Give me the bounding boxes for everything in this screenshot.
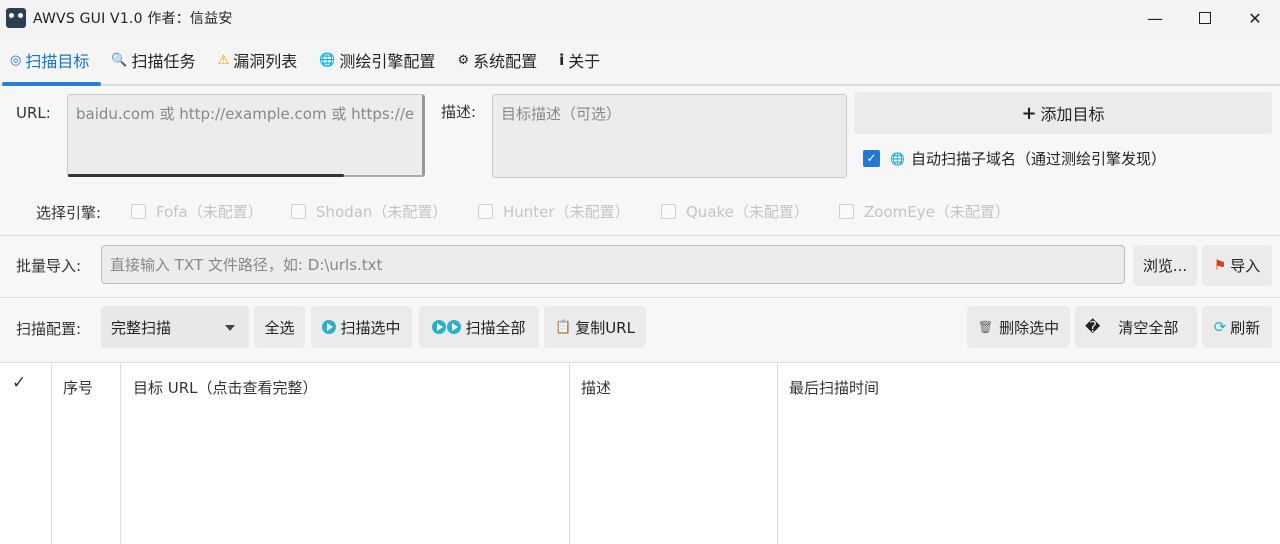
add-target-button[interactable]: + 添加目标 [854,92,1272,134]
add-target-label: 添加目标 [1040,105,1105,124]
tab-system-config[interactable]: ⚙ 系统配置 [447,36,549,84]
close-button[interactable]: ✕ [1230,0,1280,36]
auto-subdomain-label: 自动扫描子域名（通过测绘引擎发现） [910,150,1166,168]
warning-icon: ⚠ [217,52,230,68]
batch-import-input[interactable]: 直接输入 TXT 文件路径，如: D:\urls.txt [101,245,1125,284]
url-input-scrollbar[interactable] [68,174,344,177]
globe-icon: 🌐 [319,52,336,68]
browse-button[interactable]: 浏览... [1133,245,1197,286]
refresh-button[interactable]: ⟳ 刷新 [1202,306,1272,348]
desc-label: 描述: [441,103,477,121]
main-tabs: ◎ 扫描目标 🔍 扫描任务 ⚠ 漏洞列表 🌐 测绘引擎配置 ⚙ 系统配置 i 关… [0,36,1280,86]
delete-selected-label: 删除选中 [999,318,1060,337]
tab-engine-config[interactable]: 🌐 测绘引擎配置 [309,36,447,84]
tab-about[interactable]: i 关于 [549,36,612,84]
select-column-header[interactable]: ✓ [12,373,26,393]
plus-icon: + [1021,102,1037,124]
flag-icon: ⚑ [1213,257,1227,274]
clear-all-label: 清空全部 [1118,318,1179,337]
tab-scan-targets[interactable]: ◎ 扫描目标 [0,36,102,86]
checkbox-box [478,204,493,219]
tab-label: 关于 [568,52,601,71]
checkbox-box [131,204,146,219]
gear-icon: ⚙ [457,52,470,68]
index-column-header[interactable]: 序号 [63,377,93,398]
scan-all-button[interactable]: 扫描全部 [419,306,539,348]
search-icon: 🔍 [111,52,128,68]
last-scan-column-header[interactable]: 最后扫描时间 [789,377,879,398]
info-icon: i [559,51,565,69]
auto-subdomain-option[interactable]: ✓ 🌐 自动扫描子域名（通过测绘引擎发现） [863,148,1166,169]
import-button[interactable]: ⚑ 导入 [1202,245,1272,286]
targets-table: ✓ 序号 目标 URL（点击查看完整） 描述 最后扫描时间 [0,362,1280,544]
app-logo-icon [6,8,26,28]
checkbox-box [291,204,306,219]
url-input[interactable]: baidu.com 或 http://example.com 或 https:/… [67,94,425,177]
engine-zoomeye-checkbox[interactable]: ZoomEye（未配置） [839,201,1010,222]
window-controls: — ✕ [1130,0,1280,36]
scan-selected-button[interactable]: 扫描选中 [311,306,412,348]
scan-config-label: 扫描配置: [16,320,82,338]
engine-shodan-checkbox[interactable]: Shodan（未配置） [291,201,447,222]
description-column-header[interactable]: 描述 [581,377,611,398]
window-title: AWVS GUI V1.0 作者：信益安 [33,11,233,27]
chevron-down-icon [225,325,235,331]
engine-hunter-label: Hunter（未配置） [503,203,630,221]
select-all-button[interactable]: 全选 [254,306,305,348]
engine-quake-checkbox[interactable]: Quake（未配置） [661,201,809,222]
auto-subdomain-checkbox[interactable]: ✓ [863,150,880,167]
batch-import-label: 批量导入: [16,257,82,275]
copy-url-button[interactable]: 📋 复制URL [544,306,646,348]
tab-label: 漏洞列表 [233,52,298,71]
engine-quake-label: Quake（未配置） [686,203,809,221]
minimize-button[interactable]: — [1130,0,1180,36]
trash-icon: 🗑 [977,320,994,334]
tab-label: 测绘引擎配置 [339,52,436,71]
engine-hunter-checkbox[interactable]: Hunter（未配置） [478,201,630,222]
scan-selected-label: 扫描选中 [340,318,401,337]
clear-icon: � [1085,318,1101,336]
divider [0,297,1280,298]
engine-label: 选择引擎: [36,204,102,222]
clear-all-button[interactable]: � 清空全部 [1075,306,1197,348]
url-column-header[interactable]: 目标 URL（点击查看完整） [133,377,318,398]
scan-profile-select[interactable]: 完整扫描 [101,306,249,348]
copy-url-label: 复制URL [575,318,635,337]
globe-icon: 🌐 [890,151,905,166]
engine-fofa-label: Fofa（未配置） [156,203,263,221]
description-input[interactable]: 目标描述（可选） [492,94,847,178]
engine-shodan-label: Shodan（未配置） [316,203,448,221]
scan-profile-value: 完整扫描 [111,318,172,337]
play-icon [447,320,462,334]
tab-label: 扫描目标 [25,52,90,71]
scan-all-label: 扫描全部 [465,318,526,337]
tab-label: 系统配置 [473,52,538,71]
refresh-label: 刷新 [1230,318,1261,337]
divider [0,235,1280,236]
tab-scan-tasks[interactable]: 🔍 扫描任务 [101,36,207,84]
url-label: URL: [16,104,51,122]
checkbox-box [661,204,676,219]
engine-fofa-checkbox[interactable]: Fofa（未配置） [131,201,263,222]
copy-icon: 📋 [555,319,572,335]
refresh-icon: ⟳ [1213,318,1227,336]
play-icon [432,320,447,334]
maximize-icon [1199,12,1211,24]
checkbox-box [839,204,854,219]
delete-selected-button[interactable]: 🗑 删除选中 [967,306,1070,348]
tab-label: 扫描任务 [131,52,196,71]
title-bar: AWVS GUI V1.0 作者：信益安 — ✕ [0,0,1280,36]
maximize-button[interactable] [1180,0,1230,36]
import-label: 导入 [1230,257,1261,275]
tab-vuln-list[interactable]: ⚠ 漏洞列表 [208,36,310,84]
play-icon [322,320,337,334]
engine-zoomeye-label: ZoomEye（未配置） [864,203,1010,221]
target-icon: ◎ [10,52,22,68]
